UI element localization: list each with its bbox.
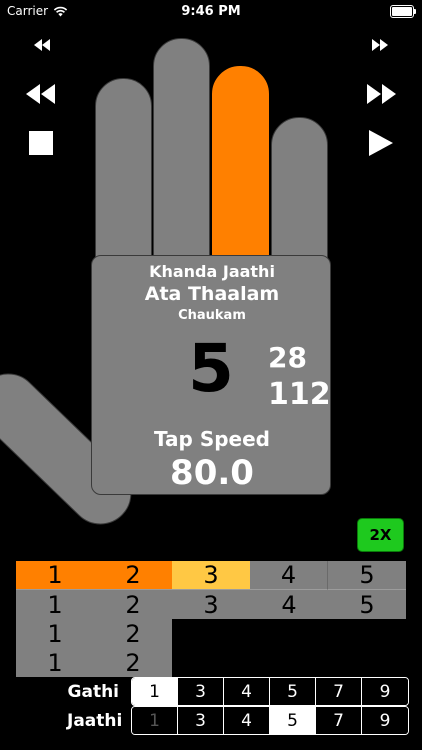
beat-row: 1 2 [16,619,406,648]
gathi-option[interactable]: 7 [316,678,362,705]
beat-cell[interactable]: 2 [94,561,172,590]
little-finger[interactable] [271,117,328,258]
current-beat: 5 [188,330,234,407]
jaathi-selector: Jaathi 1 3 4 5 7 9 [67,706,409,735]
beat-cell[interactable]: 4 [250,590,328,619]
skip-forward-icon [372,39,388,51]
clock: 9:46 PM [181,4,241,19]
beat-cell[interactable]: 1 [16,590,94,619]
beat-cell[interactable]: 3 [172,590,250,619]
gathi-option[interactable]: 4 [224,678,270,705]
beat-grid: 1 2 3 4 5 1 2 3 4 5 1 2 1 2 [16,561,406,677]
battery-icon [390,5,416,18]
beat-row: 1 2 3 4 5 [16,590,406,619]
gathi-option[interactable]: 1 [132,678,178,705]
rewind-button[interactable] [24,82,58,106]
fast-forward-icon [367,84,396,104]
speed-2x-button[interactable]: 2X [357,518,404,552]
palm-tap-area[interactable]: Khanda Jaathi Ata Thaalam Chaukam 5 28 1… [91,255,331,495]
gathi-segmented-control: 1 3 4 5 7 9 [131,677,409,706]
jaathi-option[interactable]: 7 [316,707,362,734]
jaathi-name: Khanda Jaathi [149,262,275,281]
beat-cell[interactable]: 2 [94,619,172,648]
beat-cell[interactable]: 3 [172,561,250,590]
rewind-icon [26,84,55,104]
beat-cell[interactable]: 2 [94,648,172,677]
beat-cell[interactable]: 5 [328,590,406,619]
index-finger[interactable] [95,78,152,258]
stop-icon [29,131,53,155]
jaathi-option[interactable]: 3 [178,707,224,734]
beat-cell[interactable]: 5 [328,561,406,590]
jaathi-label: Jaathi [67,710,123,731]
ring-finger[interactable] [212,66,269,258]
tap-speed-value: 80.0 [170,453,254,493]
nadai-name: Chaukam [178,308,246,323]
beat-cell[interactable]: 4 [250,561,328,590]
beat-cell[interactable]: 1 [16,648,94,677]
jaathi-option[interactable]: 9 [362,707,408,734]
middle-finger[interactable] [153,38,210,258]
beat-row: 1 2 [16,648,406,677]
count-b: 112 [268,377,331,412]
beat-cell[interactable]: 1 [16,561,94,590]
beat-cell[interactable]: 1 [16,619,94,648]
fast-forward-button[interactable] [364,82,398,106]
stop-button[interactable] [28,130,54,156]
jaathi-option[interactable]: 4 [224,707,270,734]
jaathi-option[interactable]: 1 [132,707,178,734]
count-a: 28 [268,341,307,374]
jaathi-option[interactable]: 5 [270,707,316,734]
gathi-option[interactable]: 9 [362,678,408,705]
thaalam-name: Ata Thaalam [144,283,280,305]
gathi-option[interactable]: 3 [178,678,224,705]
beat-row: 1 2 3 4 5 [16,561,406,590]
gathi-option[interactable]: 5 [270,678,316,705]
skip-back-icon [34,39,50,51]
gathi-selector: Gathi 1 3 4 5 7 9 [67,677,409,706]
play-icon [369,130,393,156]
play-button[interactable] [367,128,395,158]
status-bar: Carrier 9:46 PM [0,0,422,24]
tap-speed-label: Tap Speed [153,427,270,451]
beat-cell[interactable]: 2 [94,590,172,619]
skip-forward-button[interactable] [370,38,390,52]
gathi-label: Gathi [67,681,119,702]
jaathi-segmented-control: 1 3 4 5 7 9 [131,706,409,735]
skip-back-button[interactable] [32,38,52,52]
